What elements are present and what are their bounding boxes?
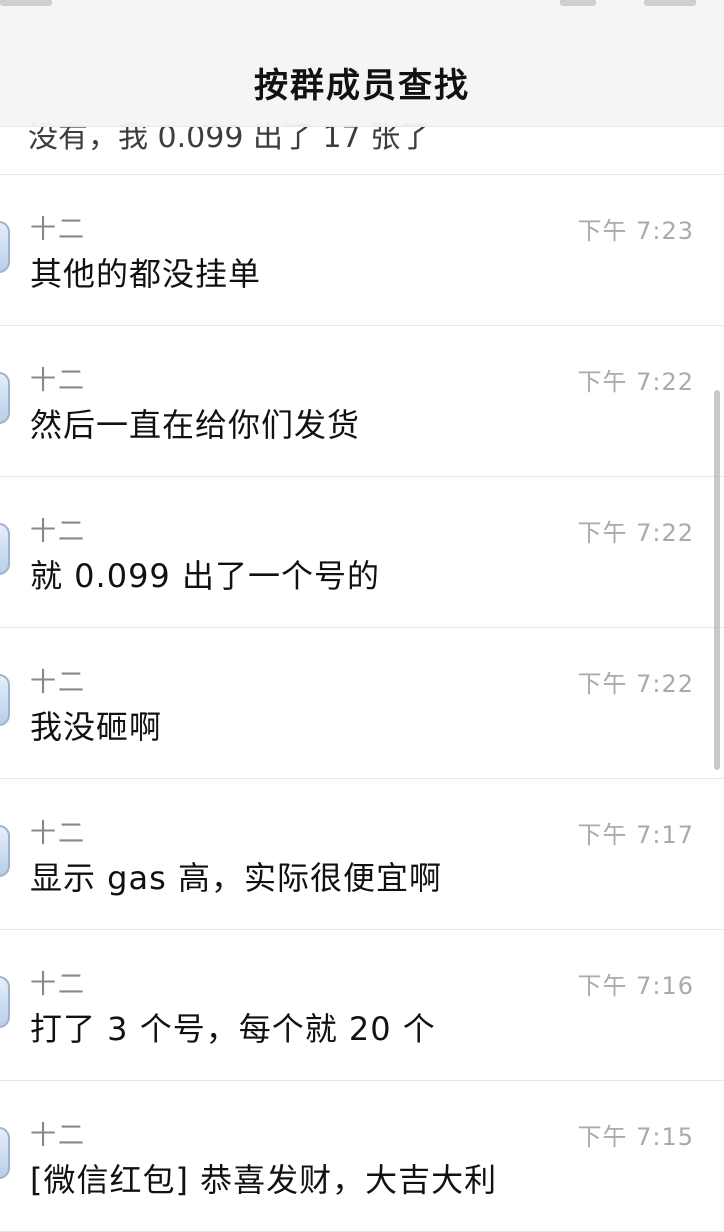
top-header: 按群成员查找: [0, 0, 724, 127]
sender-name: 十二: [30, 819, 87, 849]
avatar-icon: [0, 372, 10, 424]
message-text: [微信红包] 恭喜发财，大吉大利: [30, 1161, 498, 1199]
avatar-icon: [0, 976, 10, 1028]
message-time: 下午 7:15: [577, 1123, 694, 1151]
message-time: 下午 7:23: [577, 217, 694, 245]
message-row[interactable]: 十二 下午 7:22 然后一直在给你们发货: [0, 326, 724, 477]
message-row[interactable]: 十二 下午 7:22 就 0.099 出了一个号的: [0, 477, 724, 628]
message-row[interactable]: 十二 下午 7:22 我没砸啊: [0, 628, 724, 779]
avatar-icon: [0, 221, 10, 273]
sender-name: 十二: [30, 366, 87, 396]
status-time-fragment: [0, 0, 52, 6]
sender-name: 十二: [30, 970, 87, 1000]
page-title: 按群成员查找: [254, 66, 470, 106]
message-time: 下午 7:22: [577, 519, 694, 547]
message-text: 就 0.099 出了一个号的: [30, 557, 380, 595]
sender-name: 十二: [30, 1121, 87, 1151]
message-row[interactable]: 十二 下午 7:23 其他的都没挂单: [0, 175, 724, 326]
message-time: 下午 7:16: [577, 972, 694, 1000]
message-row[interactable]: 十二 下午 7:17 显示 gas 高，实际很便宜啊: [0, 779, 724, 930]
message-text: 打了 3 个号，每个就 20 个: [30, 1010, 436, 1048]
message-text: 然后一直在给你们发货: [30, 406, 361, 444]
avatar-icon: [0, 825, 10, 877]
message-text: 显示 gas 高，实际很便宜啊: [30, 859, 442, 897]
avatar-icon: [0, 1127, 10, 1179]
message-text: 其他的都没挂单: [30, 255, 262, 293]
battery-icon: [644, 0, 696, 6]
message-list: 十二 下午 7:23 其他的都没挂单 十二 下午 7:22 然后一直在给你们发货…: [0, 175, 724, 1232]
message-row[interactable]: 十二 下午 7:16 打了 3 个号，每个就 20 个: [0, 930, 724, 1081]
message-row[interactable]: 十二 下午 7:15 [微信红包] 恭喜发财，大吉大利: [0, 1081, 724, 1232]
sender-name: 十二: [30, 517, 87, 547]
message-text: 我没砸啊: [30, 708, 163, 746]
sender-name: 十二: [30, 215, 87, 245]
avatar-icon: [0, 523, 10, 575]
avatar-icon: [0, 674, 10, 726]
scroll-indicator[interactable]: [714, 390, 720, 770]
signal-icon: [560, 0, 596, 6]
sender-name: 十二: [30, 668, 87, 698]
message-time: 下午 7:22: [577, 670, 694, 698]
message-time: 下午 7:22: [577, 368, 694, 396]
status-bar: [0, 0, 724, 28]
message-time: 下午 7:17: [577, 821, 694, 849]
